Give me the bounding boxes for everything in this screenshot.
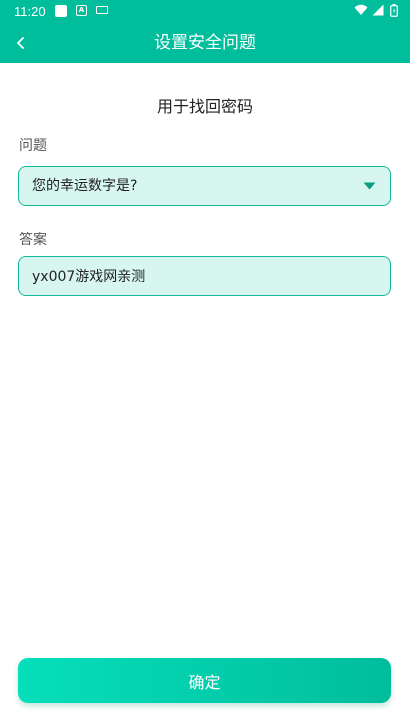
header: 11:20 A 设置安全问题 — [0, 0, 410, 63]
font-a-icon: A — [76, 5, 87, 16]
battery-icon — [390, 4, 398, 17]
nav-bar: 设置安全问题 — [0, 24, 410, 63]
answer-input[interactable] — [18, 256, 391, 296]
signal-icon — [372, 4, 384, 16]
question-select-value: 您的幸运数字是? — [32, 178, 138, 194]
caret-down-icon — [363, 182, 376, 190]
question-label: 问题 — [19, 138, 47, 154]
page-title: 设置安全问题 — [154, 33, 256, 53]
question-select[interactable]: 您的幸运数字是? — [18, 166, 391, 206]
form-subtitle: 用于找回密码 — [156, 97, 253, 116]
answer-label: 答案 — [19, 232, 47, 248]
confirm-button[interactable]: 确定 — [18, 658, 391, 703]
status-time: 11:20 — [14, 4, 46, 19]
app-screen: 11:20 A 设置安全问题 用于找回密码 问题 您的幸运数字是? 答案 yx0… — [0, 0, 410, 728]
keyboard-icon — [96, 6, 108, 14]
notification-square-icon — [55, 5, 67, 17]
wifi-icon — [354, 4, 368, 15]
status-bar: 11:20 A — [0, 0, 410, 24]
